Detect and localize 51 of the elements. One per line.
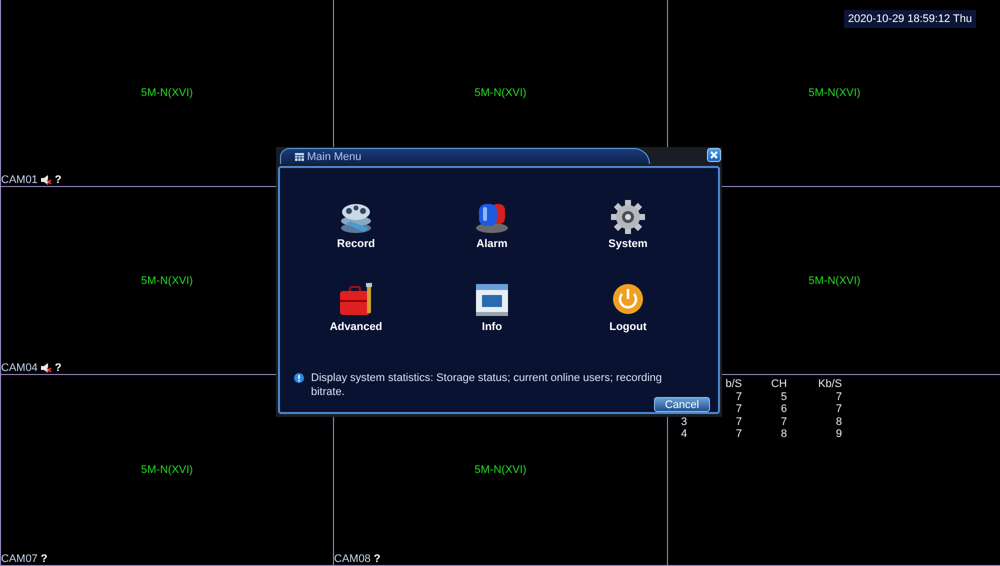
- status-mark: ?: [54, 174, 62, 186]
- gear-icon: [610, 200, 646, 234]
- camera-name: CAM04: [1, 362, 38, 374]
- camera-name: CAM08: [334, 553, 371, 565]
- toolbox-icon: [338, 283, 374, 317]
- muted-speaker-icon: [40, 175, 52, 185]
- status-mark: ?: [54, 362, 62, 374]
- menu-item[interactable]: Advanced: [330, 281, 382, 341]
- close-button[interactable]: [707, 148, 721, 162]
- table-cell-text: 7: [734, 390, 742, 403]
- status-mark: ?: [374, 553, 380, 565]
- stream-label: 5M-N(XVI): [141, 274, 193, 286]
- column-header: b/S: [724, 378, 742, 390]
- stream-label: 5M-N(XVI): [141, 464, 193, 476]
- table-cell-text: 7: [734, 403, 742, 416]
- stream-label: 5M-N(XVI): [808, 87, 860, 99]
- cancel-button[interactable]: Cancel: [654, 397, 710, 412]
- table-cell-text: 7: [734, 416, 742, 428]
- menu-item[interactable]: System: [608, 198, 648, 258]
- table-cell-text: 7: [834, 403, 842, 416]
- menu-item[interactable]: Record: [337, 198, 375, 258]
- close-icon: [710, 151, 718, 159]
- table-cell-text: 7: [734, 428, 742, 440]
- table-cell-text: 8: [780, 428, 787, 440]
- status-mark: ?: [40, 553, 48, 565]
- stream-label: 5M-N(XVI): [474, 87, 526, 99]
- menu-item[interactable]: Info: [474, 281, 510, 341]
- table-cell-text: 5: [780, 390, 787, 403]
- table-cell-text: 8: [834, 416, 842, 428]
- stream-label: 5M-N(XVI): [808, 274, 860, 286]
- table-cell-text: 7: [834, 390, 842, 403]
- stream-label: 5M-N(XVI): [141, 87, 193, 99]
- hint-text: Display system statistics: Storage status; current online users; recording bitrate.: [311, 371, 663, 399]
- column-header: Kb/S: [817, 378, 842, 390]
- camera-name: CAM07: [1, 553, 38, 565]
- menu-item[interactable]: Alarm: [474, 198, 510, 258]
- menu-item[interactable]: Logout: [609, 281, 647, 341]
- table-cell-text: 6: [780, 403, 787, 416]
- muted-speaker-icon: [40, 363, 52, 373]
- table-cell-text: 9: [834, 428, 842, 440]
- info-icon: [294, 373, 304, 383]
- camera-name: CAM01: [1, 174, 38, 186]
- table-cell-text: 4: [680, 428, 688, 440]
- grid-icon: [295, 152, 304, 160]
- table-cell-text: 7: [780, 416, 787, 428]
- column-header: CH: [770, 378, 787, 390]
- stream-label: 5M-N(XVI): [474, 464, 526, 476]
- table-cell-text: 3: [680, 416, 688, 428]
- dialog-title: Main Menu: [307, 150, 362, 162]
- clock: 2020-10-29 18:59:12 Thu: [844, 10, 976, 28]
- window-icon: [474, 283, 510, 317]
